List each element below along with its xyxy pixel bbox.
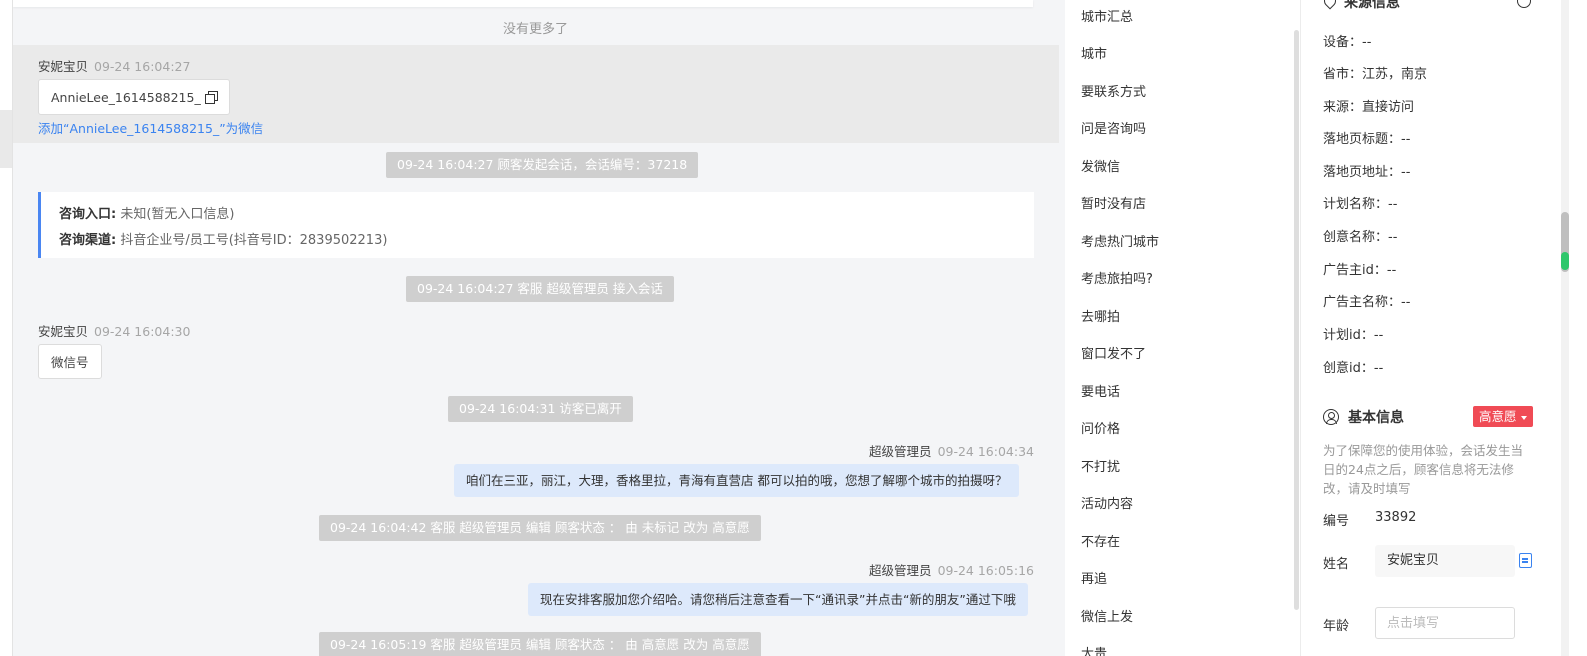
source-info-title: 来源信息 bbox=[1323, 0, 1400, 12]
message-time: 09-24 16:04:27 bbox=[94, 59, 191, 74]
message-time: 09-24 16:05:16 bbox=[937, 563, 1034, 578]
info-row-creative-name: 创意名称：-- bbox=[1323, 230, 1398, 245]
copy-document-icon[interactable] bbox=[1519, 553, 1532, 568]
edit-deadline-note: 为了保障您的使用体验，会话发生当日的24点之后，顾客信息将无法修改，请及时填写 bbox=[1323, 443, 1524, 496]
quick-reply-item[interactable]: 要电话 bbox=[1081, 381, 1120, 400]
info-row-landing-url: 落地页地址：-- bbox=[1323, 165, 1411, 180]
agent-message-bubble: 现在安排客服加您介绍哈。请您稍后注意查看一下“通讯录”并点击“新的朋友”通过下哦 bbox=[528, 583, 1028, 616]
info-row-source: 来源：直接访问 bbox=[1323, 100, 1415, 115]
quick-reply-item[interactable]: 考虑旅拍吗? bbox=[1081, 268, 1153, 287]
quick-reply-item[interactable]: 再追 bbox=[1081, 568, 1107, 587]
customer-info-panel: 来源信息 设备：-- 省市：江苏，南京 来源：直接访问 落地页标题：-- 落地页… bbox=[1300, 0, 1560, 656]
wechat-id-text: AnnieLee_1614588215_ bbox=[51, 89, 201, 105]
info-row-advertiser-name: 广告主名称：-- bbox=[1323, 295, 1411, 310]
message-meta: 超级管理员 09-24 16:05:16 bbox=[13, 560, 1034, 579]
message-meta: 安妮宝贝 09-24 16:04:30 bbox=[38, 321, 190, 340]
sender-name: 安妮宝贝 bbox=[38, 324, 89, 339]
message-time: 09-24 16:04:30 bbox=[94, 324, 191, 339]
name-label: 姓名 bbox=[1323, 557, 1350, 572]
info-row-device: 设备：-- bbox=[1323, 35, 1372, 50]
name-field[interactable]: 安妮宝贝 bbox=[1375, 545, 1515, 577]
quick-reply-item[interactable]: 问价格 bbox=[1081, 418, 1120, 437]
system-message: 09-24 16:04:27 客服 超级管理员 接入会话 bbox=[406, 276, 674, 302]
age-input[interactable] bbox=[1375, 607, 1515, 639]
system-message: 09-24 16:04:42 客服 超级管理员 编辑 顾客状态 ： 由 未标记 … bbox=[319, 515, 761, 541]
quick-reply-item[interactable]: 城市汇总 bbox=[1081, 6, 1133, 25]
quick-reply-item[interactable]: 窗口发不了 bbox=[1081, 343, 1146, 362]
quick-reply-item[interactable]: 去哪拍 bbox=[1081, 306, 1120, 325]
quick-reply-item[interactable]: 暂时没有店 bbox=[1081, 193, 1146, 212]
user-icon bbox=[1323, 409, 1339, 425]
shield-icon[interactable] bbox=[1517, 0, 1531, 8]
no-more-label: 没有更多了 bbox=[502, 22, 568, 37]
page-scrollbar-track[interactable] bbox=[1561, 0, 1569, 656]
sender-name: 安妮宝贝 bbox=[38, 59, 89, 74]
message-meta: 超级管理员 09-24 16:04:34 bbox=[13, 441, 1034, 460]
location-pin-icon bbox=[1323, 0, 1335, 9]
quick-reply-item[interactable]: 城市 bbox=[1081, 43, 1107, 62]
message-time: 09-24 16:04:34 bbox=[937, 444, 1034, 459]
intent-status-dropdown[interactable]: 高意愿 bbox=[1473, 406, 1533, 427]
quick-reply-list: 城市汇总 城市 要联系方式 问是咨询吗 发微信 暂时没有店 考虑热门城市 考虑旅… bbox=[1065, 0, 1300, 656]
quick-reply-item[interactable]: 要联系方式 bbox=[1081, 81, 1146, 100]
system-message: 09-24 16:04:31 访客已离开 bbox=[448, 396, 633, 422]
entry-row-source: 咨询入口: 未知(暂无入口信息) bbox=[59, 207, 235, 222]
age-label: 年龄 bbox=[1323, 619, 1350, 634]
quick-reply-item[interactable]: 活动内容 bbox=[1081, 493, 1133, 512]
quick-reply-item[interactable]: 微信上发 bbox=[1081, 606, 1133, 625]
top-strip bbox=[13, 0, 1033, 7]
chat-panel: 没有更多了 安妮宝贝 09-24 16:04:27 AnnieLee_161458… bbox=[12, 0, 1065, 656]
quick-reply-scrollbar[interactable] bbox=[1294, 30, 1299, 610]
entry-info-card: 咨询入口: 未知(暂无入口信息) 咨询渠道: 抖音企业号/员工号(抖音号ID：2… bbox=[38, 192, 1034, 258]
sender-name: 超级管理员 bbox=[869, 444, 932, 459]
collapse-tab[interactable] bbox=[0, 110, 12, 168]
wechat-id-card[interactable]: AnnieLee_1614588215_ bbox=[38, 79, 230, 115]
quick-reply-item[interactable]: 不打扰 bbox=[1081, 456, 1120, 475]
quick-reply-item[interactable]: 问是咨询吗 bbox=[1081, 118, 1146, 137]
wechat-card-button[interactable]: 微信号 bbox=[38, 344, 102, 379]
basic-info-title: 基本信息 bbox=[1323, 407, 1404, 427]
info-row-creative-id: 创意id：-- bbox=[1323, 361, 1384, 376]
info-row-advertiser-id: 广告主id：-- bbox=[1323, 263, 1397, 278]
agent-message-bubble: 咱们在三亚，丽江，大理，香格里拉，青海有直营店 都可以拍的哦，您想了解哪个城市的… bbox=[454, 464, 1020, 497]
quick-reply-item[interactable]: 考虑热门城市 bbox=[1081, 231, 1159, 250]
sender-name: 超级管理员 bbox=[869, 563, 932, 578]
caret-down-icon bbox=[1520, 415, 1527, 420]
info-row-plan-name: 计划名称：-- bbox=[1323, 197, 1398, 212]
add-wechat-link[interactable]: 添加“AnnieLee_1614588215_”为微信 bbox=[38, 118, 263, 137]
message-meta: 安妮宝贝 09-24 16:04:27 bbox=[38, 56, 190, 75]
id-label: 编号 bbox=[1323, 514, 1350, 529]
quick-reply-item[interactable]: 太贵 bbox=[1081, 643, 1107, 656]
info-row-plan-id: 计划id：-- bbox=[1323, 328, 1384, 343]
system-message: 09-24 16:04:27 顾客发起会话，会话编号：37218 bbox=[386, 152, 699, 178]
quick-reply-item[interactable]: 不存在 bbox=[1081, 531, 1120, 550]
system-message: 09-24 16:05:19 客服 超级管理员 编辑 顾客状态 ： 由 高意愿 … bbox=[319, 632, 761, 656]
quick-reply-item[interactable]: 发微信 bbox=[1081, 156, 1120, 175]
entry-row-channel: 咨询渠道: 抖音企业号/员工号(抖音号ID：2839502213) bbox=[59, 233, 388, 248]
copy-icon[interactable] bbox=[204, 91, 218, 104]
scroll-indicator bbox=[1561, 252, 1569, 270]
id-value: 33892 bbox=[1375, 510, 1417, 525]
info-row-region: 省市：江苏，南京 bbox=[1323, 67, 1428, 82]
info-row-landing-title: 落地页标题：-- bbox=[1323, 132, 1411, 147]
